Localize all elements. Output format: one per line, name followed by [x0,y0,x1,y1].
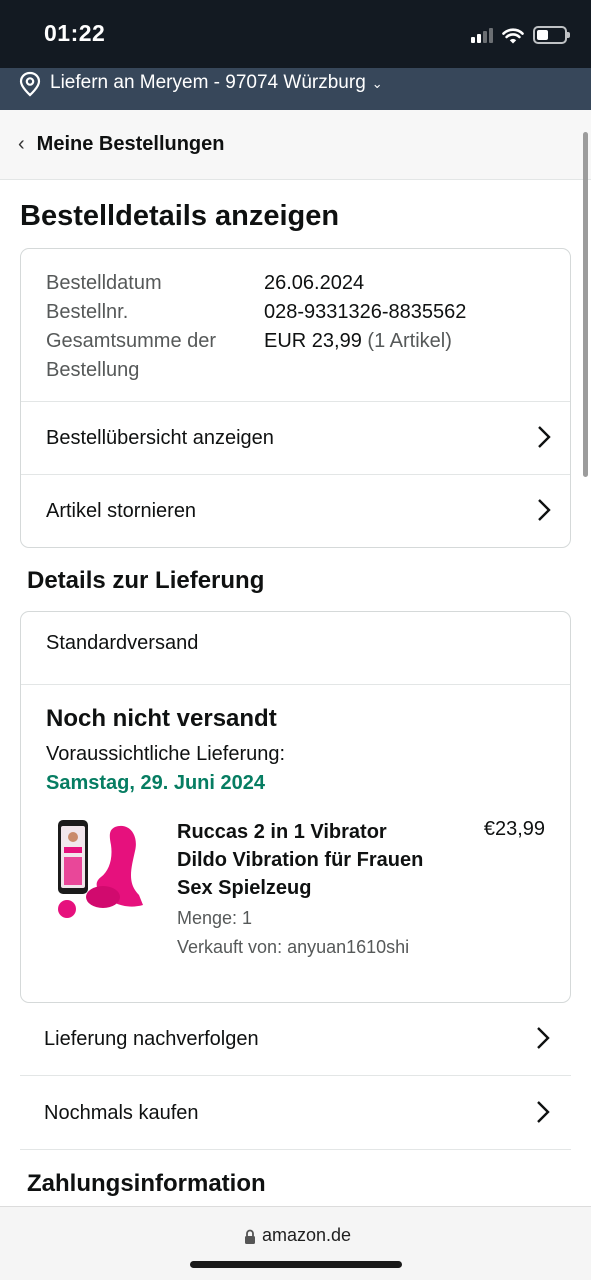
status-time: 01:22 [44,20,106,46]
breadcrumb[interactable]: ‹ Meine Bestellungen [0,110,591,180]
location-pin-icon [19,71,41,97]
cancel-items-link[interactable]: Artikel stornieren [21,474,570,547]
browser-url-bar[interactable]: amazon.de [0,1206,591,1280]
chevron-right-icon [537,1101,550,1123]
chevron-right-icon [538,499,551,521]
battery-icon [533,26,570,44]
product-price: €23,99 [483,818,545,840]
eta-date: Samstag, 29. Juni 2024 [46,772,266,794]
divider [21,684,570,685]
status-bar: 01:22 [0,0,591,68]
order-date-value: 26.06.2024 [264,272,365,294]
chevron-down-icon: ⌄ [371,76,383,91]
order-total-label-line2: Bestellung [46,359,140,381]
url-text: amazon.de [262,1225,352,1245]
delivery-card: Standardversand Noch nicht versandt Vora… [20,611,571,1003]
view-order-summary-link[interactable]: Bestellübersicht anzeigen [21,401,570,474]
view-order-summary-label: Bestellübersicht anzeigen [46,426,274,449]
cellular-signal-icon [471,27,493,43]
chevron-right-icon [538,426,551,448]
shipping-method: Standardversand [46,632,199,654]
breadcrumb-my-orders[interactable]: Meine Bestellungen [37,133,225,156]
order-total-value-wrap: EUR 23,99 (1 Artikel) [264,327,452,385]
track-delivery-label: Lieferung nachverfolgen [44,1027,259,1050]
order-summary-card: Bestelldatum 26.06.2024 Bestellnr. 028-9… [20,248,571,548]
delivery-location-bar[interactable]: Liefern an Meryem - 97074 Würzburg ⌄ [0,68,591,110]
order-total-value: EUR 23,99 [264,330,362,352]
chevron-left-icon: ‹ [18,133,25,155]
order-info: Bestelldatum 26.06.2024 Bestellnr. 028-9… [46,269,546,385]
order-number-row: Bestellnr. 028-9331326-8835562 [46,298,546,327]
product-title[interactable]: Ruccas 2 in 1 Vibrator Dildo Vibration f… [177,818,437,902]
buy-again-label: Nochmals kaufen [44,1101,199,1124]
delivery-section-title: Details zur Lieferung [27,567,265,594]
wifi-icon [502,28,524,43]
page-title: Bestelldetails anzeigen [20,200,340,232]
order-date-row: Bestelldatum 26.06.2024 [46,269,546,298]
eta-label: Voraussichtliche Lieferung: [46,743,286,765]
order-number-label: Bestellnr. [46,301,129,323]
order-date-label: Bestelldatum [46,272,162,294]
order-total-label-line1: Gesamtsumme der [46,330,217,352]
status-icons [471,24,570,46]
track-delivery-link[interactable]: Lieferung nachverfolgen [20,1003,571,1076]
order-total-label: Gesamtsumme der Bestellung [46,327,264,385]
cancel-items-label: Artikel stornieren [46,499,197,522]
payment-section-title: Zahlungsinformation [27,1170,266,1197]
order-number-value: 028-9331326-8835562 [264,301,467,323]
product-image[interactable] [43,817,155,925]
shipment-status: Noch nicht versandt [46,705,277,732]
order-item-count: (1 Artikel) [367,330,452,352]
delivery-location-text: Liefern an Meryem - 97074 Würzburg [50,72,366,93]
buy-again-link[interactable]: Nochmals kaufen [20,1077,571,1150]
chevron-right-icon [537,1027,550,1049]
scrollbar[interactable] [583,132,588,477]
home-indicator[interactable] [190,1261,402,1268]
product-quantity: Menge: 1 [177,908,253,928]
order-total-row: Gesamtsumme der Bestellung EUR 23,99 (1 … [46,327,546,385]
lock-icon [245,1229,255,1244]
product-seller: Verkauft von: anyuan1610shi [177,937,410,957]
